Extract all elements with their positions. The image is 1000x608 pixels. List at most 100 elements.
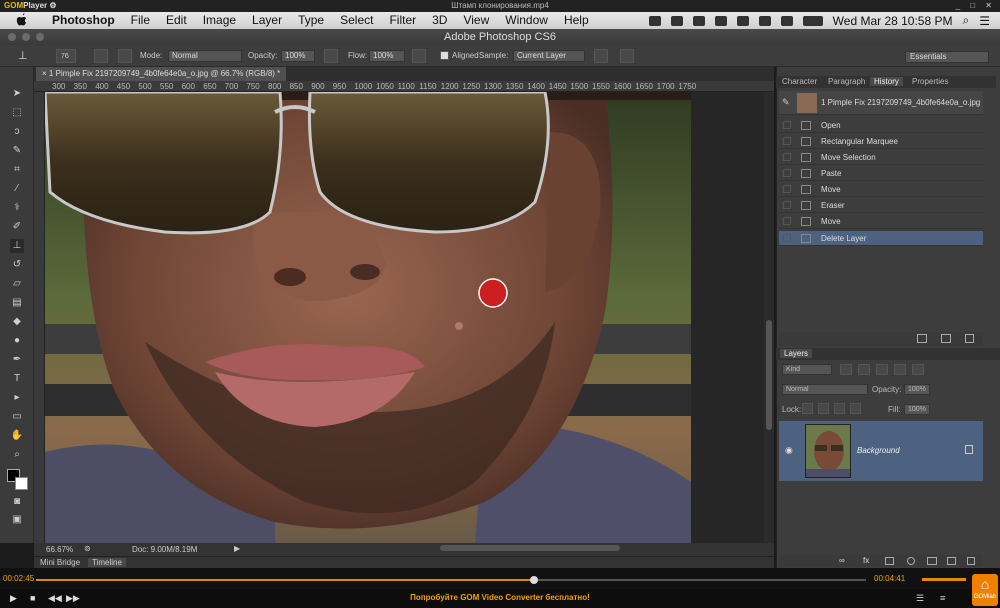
- history-source-checkbox[interactable]: [783, 169, 791, 177]
- history-brush-tool-icon[interactable]: ↺: [10, 258, 24, 272]
- screen-mode-icon[interactable]: ▣: [10, 513, 24, 527]
- history-brush-source-icon[interactable]: ✎: [782, 97, 790, 108]
- vertical-scrollbar-thumb[interactable]: [766, 320, 772, 430]
- tab-history[interactable]: History: [870, 77, 903, 86]
- close-document-icon[interactable]: ×: [42, 69, 47, 78]
- history-item-delete-layer[interactable]: Delete Layer: [779, 231, 983, 246]
- toggle-clone-source-icon[interactable]: [118, 49, 132, 63]
- status-menu-icon[interactable]: ⊚: [84, 544, 91, 553]
- gradient-tool-icon[interactable]: ▤: [10, 296, 24, 310]
- seek-knob[interactable]: [530, 576, 538, 584]
- aligned-checkbox[interactable]: [440, 51, 449, 60]
- new-document-from-state-icon[interactable]: [917, 334, 927, 343]
- lock-position-icon[interactable]: [834, 403, 845, 414]
- link-layers-icon[interactable]: ∞: [839, 556, 845, 565]
- pen-tool-icon[interactable]: ✒: [10, 353, 24, 367]
- filter-pixel-icon[interactable]: [840, 364, 852, 375]
- menu-select[interactable]: Select: [332, 13, 381, 27]
- new-snapshot-icon[interactable]: [941, 334, 951, 343]
- lock-image-icon[interactable]: [818, 403, 829, 414]
- zoom-level[interactable]: 66.67%: [46, 545, 73, 554]
- eyedropper-tool-icon[interactable]: ⁄: [10, 182, 24, 196]
- playlist-icon[interactable]: ≡: [940, 593, 945, 603]
- ignore-adjustment-layers-icon[interactable]: [594, 49, 608, 63]
- volume-icon[interactable]: [780, 15, 793, 26]
- menu-help[interactable]: Help: [556, 13, 597, 27]
- menubar-clock[interactable]: Wed Mar 28 10:58 PM: [833, 14, 953, 28]
- pressure-opacity-icon[interactable]: [324, 49, 338, 63]
- menu-image[interactable]: Image: [195, 13, 244, 27]
- display-icon[interactable]: [714, 15, 727, 26]
- healing-brush-tool-icon[interactable]: ⚕: [10, 201, 24, 215]
- zoom-tool-icon[interactable]: ⌕: [10, 448, 24, 462]
- history-item-paste[interactable]: Paste: [779, 166, 983, 181]
- layer-opacity-input[interactable]: 100%: [904, 384, 930, 395]
- history-item-rectangular-marquee[interactable]: Rectangular Marquee: [779, 134, 983, 149]
- history-source-checkbox[interactable]: [783, 234, 791, 242]
- path-selection-tool-icon[interactable]: ▸: [10, 391, 24, 405]
- tab-properties[interactable]: Properties: [912, 77, 948, 86]
- spotlight-search-icon[interactable]: ⌕: [963, 13, 970, 28]
- clone-stamp-preset-icon[interactable]: ⊥: [18, 49, 32, 63]
- menu-file[interactable]: File: [123, 13, 158, 27]
- opacity-input[interactable]: 100%: [281, 50, 315, 62]
- menu-3d[interactable]: 3D: [424, 13, 455, 27]
- layer-fill-input[interactable]: 100%: [904, 404, 930, 415]
- layer-filter-kind-select[interactable]: Kind: [782, 364, 832, 375]
- adjustment-layer-icon[interactable]: [907, 557, 915, 565]
- history-item-move[interactable]: Move: [779, 182, 983, 197]
- minimize-window-icon[interactable]: [22, 33, 30, 41]
- filter-type-icon[interactable]: [876, 364, 888, 375]
- delete-layer-icon[interactable]: [967, 557, 975, 565]
- menu-edit[interactable]: Edit: [158, 13, 195, 27]
- vertical-scrollbar[interactable]: [764, 92, 774, 543]
- history-item-move-selection[interactable]: Move Selection: [779, 150, 983, 165]
- menu-type[interactable]: Type: [290, 13, 332, 27]
- filter-adjustment-icon[interactable]: [858, 364, 870, 375]
- window-traffic-lights[interactable]: [8, 33, 44, 41]
- tab-character[interactable]: Character: [782, 77, 817, 86]
- gomlab-logo[interactable]: ⌂ GOMlab: [972, 574, 998, 606]
- horizontal-scrollbar-thumb[interactable]: [440, 545, 620, 551]
- seek-bar[interactable]: [36, 576, 866, 584]
- flow-input[interactable]: 100%: [369, 50, 405, 62]
- menu-view[interactable]: View: [455, 13, 497, 27]
- history-source-checkbox[interactable]: [783, 185, 791, 193]
- wifi-icon[interactable]: [758, 15, 771, 26]
- new-layer-icon[interactable]: [947, 557, 956, 565]
- quick-selection-tool-icon[interactable]: ✎: [10, 144, 24, 158]
- new-group-icon[interactable]: [927, 557, 937, 565]
- history-source-checkbox[interactable]: [783, 137, 791, 145]
- bluetooth-icon[interactable]: [736, 15, 749, 26]
- blur-tool-icon[interactable]: ◆: [10, 315, 24, 329]
- history-source-checkbox[interactable]: [783, 121, 791, 129]
- quick-mask-icon[interactable]: ◙: [10, 495, 24, 509]
- history-source-checkbox[interactable]: [783, 201, 791, 209]
- status-info-arrow-icon[interactable]: ▶: [234, 544, 240, 553]
- menu-filter[interactable]: Filter: [381, 13, 424, 27]
- battery-icon[interactable]: [802, 15, 823, 26]
- shape-tool-icon[interactable]: ▭: [10, 410, 24, 424]
- background-color-swatch[interactable]: [15, 477, 28, 490]
- delete-state-icon[interactable]: [965, 334, 974, 343]
- history-source-checkbox[interactable]: [783, 217, 791, 225]
- layer-mask-icon[interactable]: [885, 557, 894, 565]
- mode-select[interactable]: Normal: [168, 50, 242, 62]
- add-icon[interactable]: [692, 15, 705, 26]
- crop-tool-icon[interactable]: ⌗: [10, 163, 24, 177]
- close-window-icon[interactable]: [8, 33, 16, 41]
- pressure-size-icon[interactable]: [620, 49, 634, 63]
- history-source-checkbox[interactable]: [783, 153, 791, 161]
- screen-record-icon[interactable]: [648, 15, 661, 26]
- workspace-switcher[interactable]: Essentials: [905, 51, 989, 63]
- type-tool-icon[interactable]: T: [10, 372, 24, 386]
- history-item-eraser[interactable]: Eraser: [779, 198, 983, 213]
- dodge-tool-icon[interactable]: ●: [10, 334, 24, 348]
- layer-visibility-eye-icon[interactable]: ◉: [785, 445, 793, 456]
- zoom-window-icon[interactable]: [36, 33, 44, 41]
- marquee-tool-icon[interactable]: ⬚: [10, 106, 24, 120]
- eraser-tool-icon[interactable]: ▱: [10, 277, 24, 291]
- tab-mini-bridge[interactable]: Mini Bridge: [40, 558, 80, 567]
- airbrush-icon[interactable]: [412, 49, 426, 63]
- tab-timeline[interactable]: Timeline: [88, 558, 126, 567]
